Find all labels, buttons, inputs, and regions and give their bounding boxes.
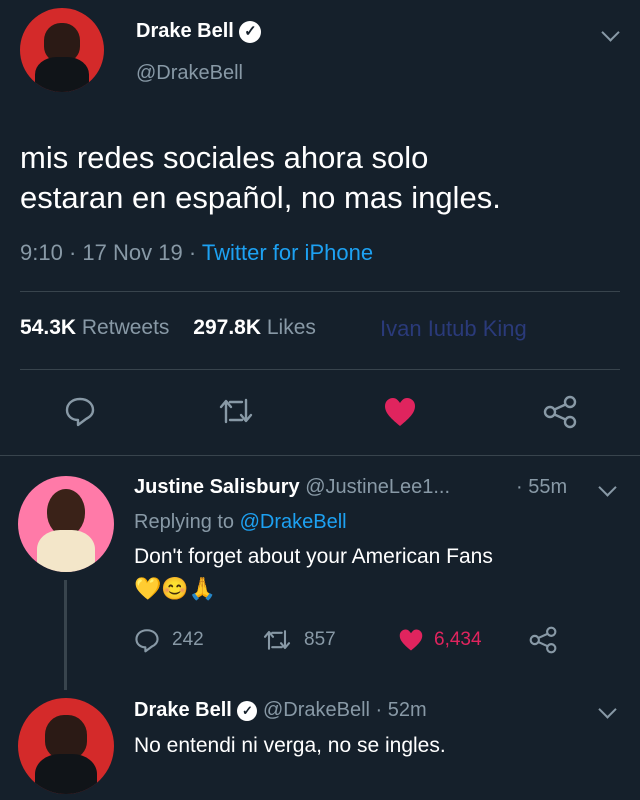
likes-count: 297.8K	[193, 316, 261, 339]
watermark: Ivan Iutub King	[380, 316, 527, 341]
reply-header: Drake Bell ✓ @DrakeBell · 52m	[134, 699, 427, 722]
tweet-time: 9:10	[20, 240, 63, 265]
divider	[20, 291, 620, 292]
reply-author-name[interactable]: Justine Salisbury	[134, 476, 300, 498]
verified-badge-icon: ✓	[237, 700, 258, 721]
author-avatar[interactable]	[20, 8, 104, 92]
share-icon[interactable]	[528, 626, 558, 654]
retweet-icon[interactable]	[218, 396, 254, 426]
reply-author-name[interactable]: Drake Bell	[134, 699, 232, 721]
tweet-meta: 9:10 · 17 Nov 19 · Twitter for iPhone	[20, 240, 374, 265]
thread-line	[64, 580, 67, 690]
likes-label: Likes	[266, 316, 316, 339]
chevron-down-icon[interactable]	[598, 700, 617, 719]
author-name[interactable]: Drake Bell	[136, 20, 234, 42]
reply-emojis: 💛😊🙏	[134, 576, 217, 601]
like-heart-icon[interactable]	[383, 396, 417, 428]
likes-stat[interactable]: 297.8K Likes	[193, 316, 316, 339]
reply-age: · 55m	[516, 476, 568, 498]
retweet-count: 857	[304, 629, 336, 650]
reply-author-handle[interactable]: @JustineLee1...	[305, 476, 450, 498]
replying-to-handle[interactable]: @DrakeBell	[240, 511, 347, 533]
reply-author-avatar[interactable]	[18, 476, 114, 572]
replying-to-prefix: Replying to	[134, 511, 235, 533]
reply-author-avatar[interactable]	[18, 698, 114, 794]
like-count: 6,434	[434, 629, 482, 650]
replying-to: Replying to @DrakeBell	[134, 511, 347, 534]
tweet-text-line2: estaran en español, no mas ingles.	[20, 180, 501, 215]
share-icon[interactable]	[542, 395, 578, 429]
chevron-down-icon[interactable]	[601, 23, 620, 42]
retweet-icon[interactable]	[262, 628, 292, 652]
tweet-text-line1: mis redes sociales ahora solo	[20, 140, 429, 175]
like-heart-icon[interactable]	[398, 628, 424, 652]
reply-icon[interactable]	[134, 627, 160, 653]
reply-icon[interactable]	[64, 395, 96, 427]
reply-text: Don't forget about your American Fans	[134, 545, 493, 568]
verified-badge-icon: ✓	[239, 20, 262, 43]
tweet-date: 17 Nov 19	[82, 240, 183, 265]
section-divider	[0, 455, 640, 456]
author-name-row: Drake Bell ✓	[136, 20, 262, 43]
tweet-text: mis redes sociales ahora solo estaran en…	[20, 138, 620, 218]
reply-text: No entendi ni verga, no se ingles.	[134, 734, 446, 757]
reply-count: 242	[172, 629, 204, 650]
reply-header: Justine Salisbury @JustineLee1...	[134, 476, 450, 499]
tweet-stats: 54.3K Retweets 297.8K Likes	[20, 316, 316, 340]
tweet-source-link[interactable]: Twitter for iPhone	[202, 240, 373, 265]
chevron-down-icon[interactable]	[598, 478, 617, 497]
reply-age: · 52m	[375, 699, 427, 721]
reply-author-handle[interactable]: @DrakeBell	[263, 699, 370, 721]
author-handle[interactable]: @DrakeBell	[136, 62, 243, 85]
divider	[20, 369, 620, 370]
retweets-stat[interactable]: 54.3K Retweets	[20, 316, 175, 339]
retweets-count: 54.3K	[20, 316, 77, 339]
retweets-label: Retweets	[81, 316, 170, 339]
